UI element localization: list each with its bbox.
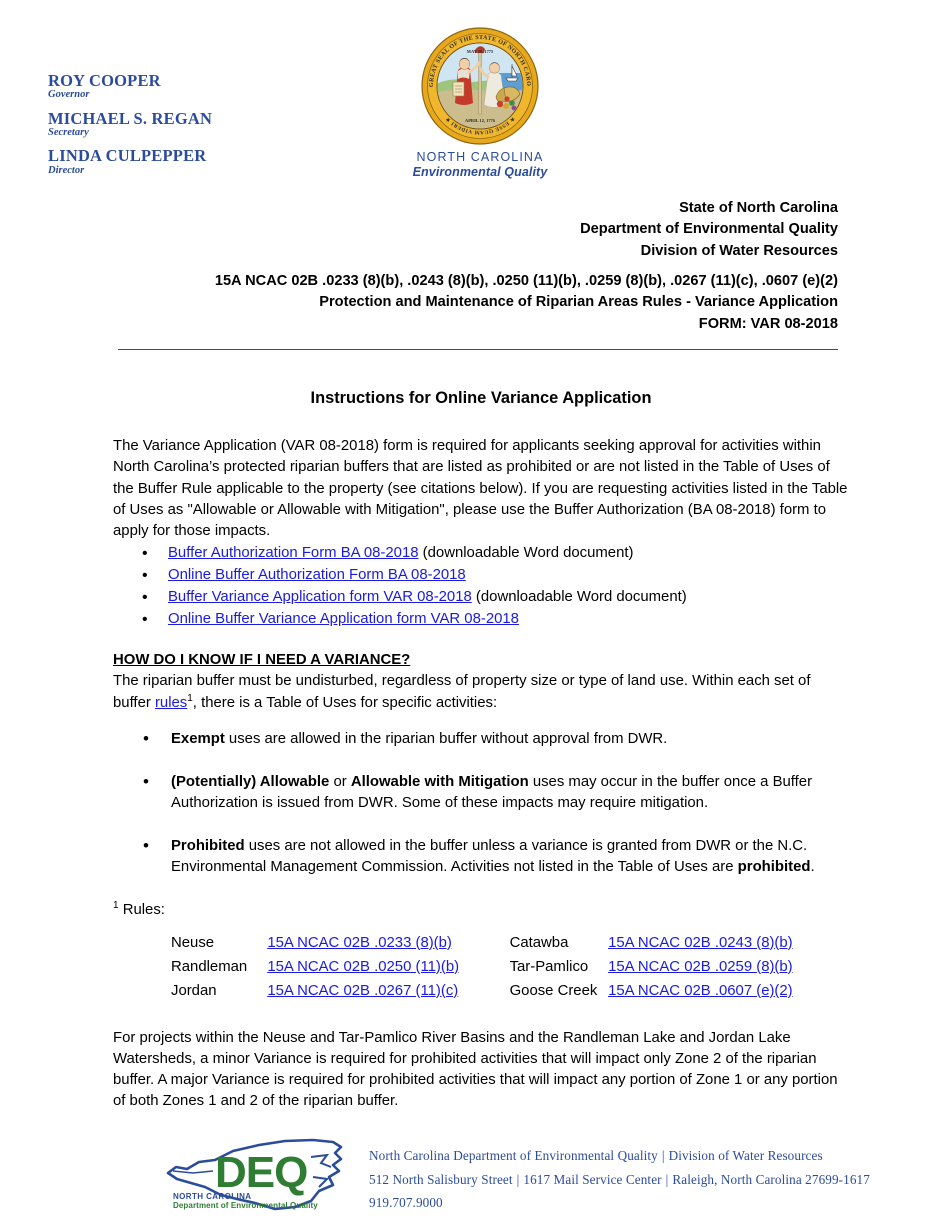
section-intro-paragraph: The riparian buffer must be undisturbed,… xyxy=(113,671,849,714)
basin-name-tar-pamlico: Tar-Pamlico xyxy=(509,958,589,975)
rule-link-catawba[interactable]: 15A NCAC 02B .0243 (8)(b) xyxy=(608,935,793,951)
rule-link-jordan[interactable]: 15A NCAC 02B .0267 (11)(c) xyxy=(267,983,458,999)
svg-text:NORTH CAROLINA: NORTH CAROLINA xyxy=(173,1192,251,1201)
table-row: Randleman 15A NCAC 02B .0250 (11)(b) Tar… xyxy=(171,956,849,980)
officials-block: ROY COOPER Governor MICHAEL S. REGAN Sec… xyxy=(48,72,212,185)
link-rules[interactable]: rules xyxy=(155,695,187,711)
rule-link-randleman[interactable]: 15A NCAC 02B .0250 (11)(b) xyxy=(267,959,459,975)
header-divider-rule xyxy=(118,349,838,350)
table-row: Neuse 15A NCAC 02B .0233 (8)(b) Catawba … xyxy=(171,932,849,956)
agency-line-division: Division of Water Resources xyxy=(640,242,838,259)
footer-line-1: North Carolina Department of Environment… xyxy=(369,1144,870,1168)
section-heading-need-variance: HOW DO I KNOW IF I NEED A VARIANCE? xyxy=(113,651,411,668)
footer-sep-1: | xyxy=(661,1148,665,1163)
citation-form-number: FORM: VAR 08-2018 xyxy=(698,315,838,332)
category-emphasis-prohibited: prohibited xyxy=(737,858,811,875)
page-title: Instructions for Online Variance Applica… xyxy=(310,389,652,407)
rule-link-goose-creek[interactable]: 15A NCAC 02B .0607 (e)(2) xyxy=(608,983,793,999)
svg-text:APRIL 12, 1776: APRIL 12, 1776 xyxy=(465,118,496,123)
category-label-prohibited: Prohibited xyxy=(171,837,245,854)
table-row: Jordan 15A NCAC 02B .0267 (11)(c) Goose … xyxy=(171,980,849,1004)
rule-link-tar-pamlico[interactable]: 15A NCAC 02B .0259 (8)(b) xyxy=(608,959,793,975)
section-intro-after: , there is a Table of Uses for specific … xyxy=(192,694,498,711)
svg-text:Department of Environmental Qu: Department of Environmental Quality xyxy=(173,1201,318,1210)
category-label-exempt: Exempt xyxy=(171,731,225,748)
footer-division-name: Division of Water Resources xyxy=(668,1148,823,1163)
link-suffix-0: (downloadable Word document) xyxy=(418,545,634,562)
list-item: Buffer Variance Application form VAR 08-… xyxy=(113,586,849,609)
official-title-1: Secretary xyxy=(48,127,89,139)
basin-name-catawba: Catawba xyxy=(509,934,569,951)
official-name-0: ROY COOPER xyxy=(48,71,161,90)
basin-name-jordan: Jordan xyxy=(171,982,217,999)
svg-text:DEQ: DEQ xyxy=(215,1148,307,1197)
footer-sep-3: | xyxy=(665,1171,669,1187)
official-title-0: Governor xyxy=(48,89,90,101)
deq-logo-icon: DEQ NORTH CAROLINA Department of Environ… xyxy=(166,1138,343,1211)
citation-rule-numbers: 15A NCAC 02B .0233 (8)(b), .0243 (8)(b),… xyxy=(214,273,838,289)
basin-name-randleman: Randleman xyxy=(171,958,248,975)
rule-link-neuse[interactable]: 15A NCAC 02B .0233 (8)(b) xyxy=(267,935,452,951)
link-online-buffer-authorization-form[interactable]: Online Buffer Authorization Form BA 08-2… xyxy=(168,567,466,583)
seal-caption-state: NORTH CAROLINA xyxy=(416,150,544,164)
state-seal-block: THE GREAT SEAL OF THE STATE OF NORTH CAR… xyxy=(402,26,558,179)
citation-rule-title: Protection and Maintenance of Riparian A… xyxy=(319,294,838,311)
list-item: Exempt uses are allowed in the riparian … xyxy=(113,727,849,752)
closing-paragraph: For projects within the Neuse and Tar-Pa… xyxy=(113,1030,838,1110)
category-text-prohibited: uses are not allowed in the buffer unles… xyxy=(171,837,808,875)
document-body: Instructions for Online Variance Applica… xyxy=(113,387,849,1113)
list-item: Online Buffer Authorization Form BA 08-2… xyxy=(113,564,849,587)
footer-contact-block: North Carolina Department of Environment… xyxy=(369,1144,870,1215)
list-item: Online Buffer Variance Application form … xyxy=(113,608,849,631)
list-item: Buffer Authorization Form BA 08-2018 (do… xyxy=(113,542,849,565)
list-item: (Potentially) Allowable or Allowable wit… xyxy=(113,770,849,815)
footer-street-address: 512 North Salisbury Street xyxy=(369,1171,513,1187)
rules-footnote-label: 1 Rules: xyxy=(113,899,849,921)
official-name-2: LINDA CULPEPPER xyxy=(48,146,207,166)
rules-citation-table: Neuse 15A NCAC 02B .0233 (8)(b) Catawba … xyxy=(171,932,849,1004)
intro-paragraph: The Variance Application (VAR 08-2018) f… xyxy=(113,438,848,539)
basin-name-neuse: Neuse xyxy=(171,934,215,951)
use-categories-list: Exempt uses are allowed in the riparian … xyxy=(113,727,849,879)
link-buffer-authorization-form[interactable]: Buffer Authorization Form BA 08-2018 xyxy=(168,545,419,561)
category-label-allowable: (Potentially) Allowable xyxy=(171,773,330,790)
document-page: ROY COOPER Governor MICHAEL S. REGAN Sec… xyxy=(0,0,950,1230)
link-online-buffer-variance-application-form[interactable]: Online Buffer Variance Application form … xyxy=(168,611,519,627)
footer-line-2: 512 North Salisbury Street | 1617 Mail Ser… xyxy=(369,1168,870,1192)
form-links-list: Buffer Authorization Form BA 08-2018 (do… xyxy=(113,542,849,631)
footer-mail-service-center: 1617 Mail Service Center xyxy=(523,1171,662,1187)
footer-dept-name: North Carolina Department of Environment… xyxy=(369,1148,658,1163)
footer-sep-2: | xyxy=(516,1171,520,1187)
list-item: Prohibited uses are not allowed in the b… xyxy=(113,834,849,879)
north-carolina-state-seal-icon: THE GREAT SEAL OF THE STATE OF NORTH CAR… xyxy=(420,26,539,145)
official-name-1: MICHAEL S. REGAN xyxy=(48,108,213,128)
agency-line-state: State of North Carolina xyxy=(679,200,838,216)
page-footer: DEQ NORTH CAROLINA Department of Environ… xyxy=(0,1128,950,1223)
citation-heading-block: 15A NCAC 02B .0233 (8)(b), .0243 (8)(b),… xyxy=(215,271,838,335)
masthead: ROY COOPER Governor MICHAEL S. REGAN Sec… xyxy=(0,0,950,190)
official-title-2: Director xyxy=(48,164,85,176)
seal-caption-agency: Environmental Quality xyxy=(412,165,548,179)
category-label-allowable-with-mitigation: Allowable with Mitigation xyxy=(350,773,529,790)
footer-city-state-zip: Raleigh, North Carolina 27699-1617 xyxy=(672,1171,870,1187)
link-buffer-variance-application-form[interactable]: Buffer Variance Application form VAR 08-… xyxy=(168,589,472,605)
category-text-prohibited-punct: . xyxy=(810,858,815,875)
rules-footnote-text: Rules: xyxy=(118,902,165,919)
agency-line-dept: Department of Environmental Quality xyxy=(580,221,838,238)
svg-text:MAY 20, 1775: MAY 20, 1775 xyxy=(467,49,494,54)
link-suffix-2: (downloadable Word document) xyxy=(471,588,687,605)
category-conjunction: or xyxy=(329,773,351,790)
category-text-exempt: uses are allowed in the riparian buffer … xyxy=(224,731,668,748)
basin-name-goose-creek: Goose Creek xyxy=(509,982,598,999)
footer-phone-number: 919.707.9000 xyxy=(369,1195,443,1210)
agency-heading-block: State of North Carolina Department of En… xyxy=(580,198,838,262)
